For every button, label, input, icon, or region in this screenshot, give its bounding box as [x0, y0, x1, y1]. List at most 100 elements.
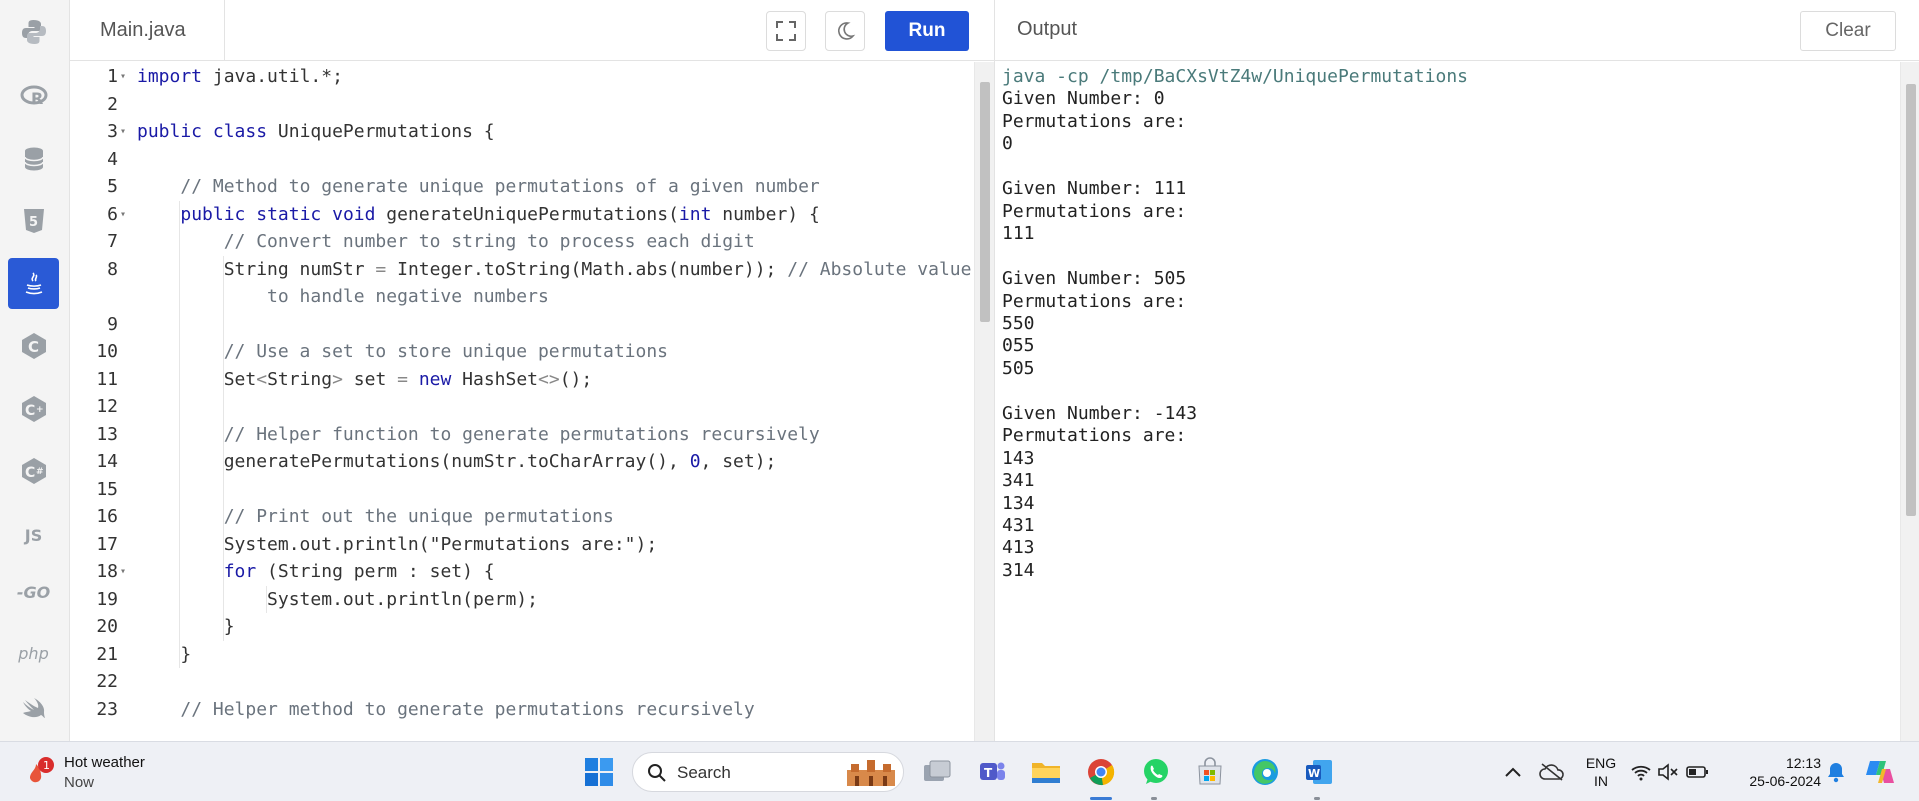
code-editor-panel: Main.java Run 1 ▾ import java.util.*; 2 3 ▾ pu… [70, 0, 994, 741]
swift-language-button[interactable] [8, 690, 59, 730]
code-text: // Convert number to string to process e… [223, 231, 755, 252]
js-language-button[interactable]: JS [8, 510, 59, 561]
go-language-button[interactable]: -GO [8, 567, 59, 618]
chrome-app[interactable] [1083, 754, 1119, 790]
run-button[interactable]: Run [885, 11, 969, 51]
code-line[interactable]: 11 Set<String> set = new HashSet<>(); [70, 366, 970, 393]
code-line[interactable]: 16 // Print out the unique permutations [70, 503, 970, 530]
python-icon [21, 19, 46, 44]
code-text: System.out.println("Permutations are:"); [137, 533, 658, 555]
code-text: } [137, 643, 192, 665]
line-number: 5 [107, 176, 118, 197]
editor-scrollbar-thumb[interactable] [980, 82, 990, 322]
code-line[interactable]: 18 ▾ for (String perm : set) { [70, 558, 970, 585]
fold-toggle-icon[interactable]: ▾ [120, 118, 126, 145]
fold-toggle-icon[interactable]: ▾ [120, 201, 126, 228]
line-number: 13 [96, 423, 118, 445]
line-number: 21 [96, 643, 118, 665]
code-line[interactable]: 4 [70, 146, 970, 173]
code-text: System.out.println(perm); [137, 588, 538, 610]
indent-guide [179, 200, 181, 668]
code-line[interactable]: 5 // Method to generate unique permutati… [70, 173, 970, 200]
code-line[interactable]: 12 [70, 393, 970, 420]
cpp-language-button[interactable]: C + [8, 383, 59, 434]
code-line[interactable]: 14 generatePermutations(numStr.toCharArr… [70, 448, 970, 475]
microsoft-store-app[interactable] [1192, 754, 1228, 790]
code-line[interactable]: 9 [70, 311, 970, 338]
output-scrollbar-thumb[interactable] [1906, 84, 1916, 516]
line-number: 16 [96, 506, 118, 527]
dark-mode-button[interactable] [825, 11, 865, 51]
c-language-button[interactable]: C [8, 320, 59, 371]
editor-header: Main.java Run [70, 0, 994, 61]
word-icon: W [1306, 760, 1332, 784]
word-app[interactable]: W [1301, 754, 1337, 790]
wifi-icon [1631, 765, 1651, 781]
code-text: generatePermutations(numStr.toCharArray(… [137, 451, 777, 472]
output-scrollbar[interactable] [1900, 62, 1919, 741]
html5-icon: 5 [23, 208, 44, 233]
java-language-button[interactable] [8, 258, 59, 309]
code-line[interactable]: 3 ▾ public class UniquePermutations { [70, 118, 970, 145]
chrome-active-indicator [1090, 797, 1112, 800]
editor-scrollbar[interactable] [974, 62, 994, 741]
code-line[interactable]: 1 ▾ import java.util.*; [70, 63, 970, 90]
taskbar-search[interactable]: Search [632, 752, 904, 792]
r-language-button[interactable]: R [8, 70, 59, 121]
code-line[interactable]: 13 // Helper function to generate permut… [70, 421, 970, 448]
task-view-button[interactable] [919, 754, 955, 790]
line-number: 20 [96, 616, 118, 637]
code-line[interactable]: to handle negative numbers [70, 283, 970, 310]
go-label: -GO [16, 583, 51, 602]
svg-text:C: C [28, 338, 39, 356]
fold-toggle-icon[interactable]: ▾ [120, 558, 126, 585]
clear-button[interactable]: Clear [1800, 11, 1896, 51]
clock[interactable]: 12:13 25-06-2024 [1737, 754, 1821, 790]
swift-icon [22, 698, 45, 718]
edge-icon [1252, 759, 1278, 785]
code-line[interactable]: 10 // Use a set to store unique permutat… [70, 338, 970, 365]
code-line[interactable]: 19 System.out.println(perm); [70, 586, 970, 613]
code-line[interactable]: 20 } [70, 613, 970, 640]
input-language-indicator[interactable]: ENG IN [1584, 754, 1618, 790]
notifications-button[interactable] [1818, 754, 1854, 790]
code-line[interactable]: 23 // Helper method to generate permutat… [70, 696, 970, 723]
weather-widget[interactable]: 1 Hot weather Now [22, 750, 182, 794]
line-number: 4 [107, 148, 118, 170]
expand-icon [776, 21, 796, 41]
csharp-language-button[interactable]: C # [8, 445, 59, 496]
svg-text:5: 5 [29, 215, 38, 230]
code-text: String numStr = Integer.toString(Math.ab… [137, 258, 972, 280]
code-area[interactable]: 1 ▾ import java.util.*; 2 3 ▾ public class Uni… [70, 62, 974, 741]
fold-toggle-icon[interactable]: ▾ [120, 63, 126, 90]
teams-app[interactable]: T [974, 754, 1010, 790]
start-button[interactable] [581, 754, 617, 790]
copilot-button[interactable] [1862, 754, 1898, 790]
file-tab[interactable]: Main.java [70, 0, 225, 61]
python-language-button[interactable] [8, 6, 59, 57]
moon-icon [838, 22, 856, 40]
svg-text:W: W [1308, 767, 1320, 780]
sql-language-button[interactable] [8, 133, 59, 184]
php-language-button[interactable]: php [8, 628, 59, 679]
code-line[interactable]: 7 // Convert number to string to process… [70, 228, 970, 255]
whatsapp-app[interactable] [1138, 754, 1174, 790]
code-line[interactable]: 15 [70, 476, 970, 503]
clock-date: 25-06-2024 [1749, 773, 1821, 789]
show-hidden-icons-button[interactable] [1495, 754, 1531, 790]
code-line[interactable]: 17 System.out.println("Permutations are:… [70, 531, 970, 558]
code-line[interactable]: 22 [70, 668, 970, 695]
file-explorer-app[interactable] [1028, 754, 1064, 790]
code-text: for (String perm : set) { [223, 561, 495, 582]
edge-app[interactable] [1247, 754, 1283, 790]
code-line[interactable]: 8 String numStr = Integer.toString(Math.… [70, 256, 972, 283]
fullscreen-button[interactable] [766, 11, 806, 51]
thermometer-icon: 1 [30, 757, 54, 783]
onedrive-status[interactable] [1534, 754, 1570, 790]
code-line[interactable]: 21 } [70, 641, 970, 668]
quick-settings-button[interactable] [1629, 754, 1719, 790]
weather-subtitle: Now [64, 774, 95, 791]
code-line[interactable]: 2 [70, 91, 970, 118]
html-language-button[interactable]: 5 [8, 195, 59, 246]
code-line[interactable]: 6 ▾ public static void generateUniquePerm… [70, 201, 970, 228]
